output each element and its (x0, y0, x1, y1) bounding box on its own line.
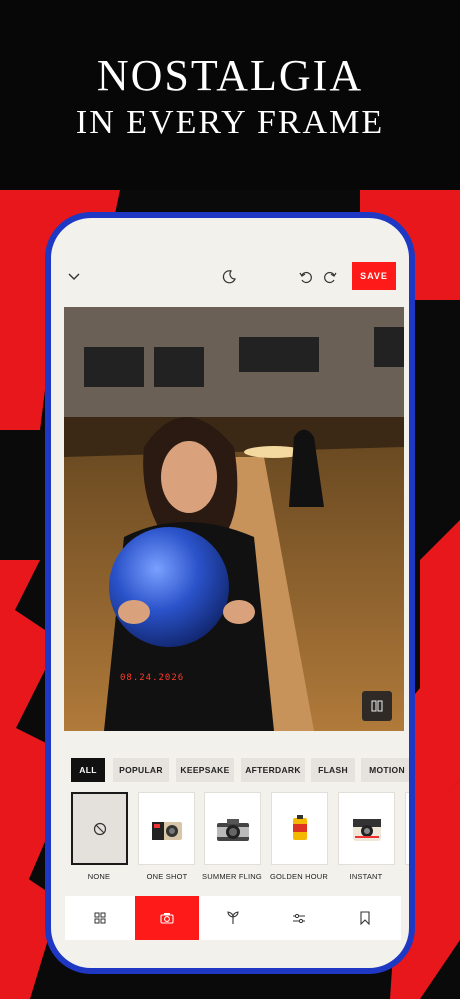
preset-summer-fling[interactable] (204, 792, 261, 865)
none-icon (93, 822, 106, 835)
leaf-icon[interactable] (201, 896, 265, 940)
tab-flash[interactable]: FLASH (311, 758, 355, 782)
headline-line-1: NOSTALGIA (96, 51, 364, 100)
tab-popular[interactable]: POPULAR (113, 758, 169, 782)
phone-frame: SAVE 08.24.2026 ALL POPULAR KEEPSAKE AFT… (45, 212, 415, 974)
compare-icon[interactable] (362, 691, 392, 721)
grid-icon[interactable] (68, 896, 132, 940)
tab-motion[interactable]: MOTION (361, 758, 409, 782)
preset-label-summer-fling: SUMMER FLING (202, 872, 262, 881)
tab-afterdark[interactable]: AFTERDARK (241, 758, 305, 782)
preset-next-partial[interactable] (405, 792, 409, 865)
preset-label-instant: INSTANT (349, 872, 383, 881)
retro-camera-icon (216, 818, 249, 841)
tab-all[interactable]: ALL (71, 758, 105, 782)
bookmark-icon[interactable] (333, 896, 397, 940)
disposable-camera-icon (151, 821, 182, 840)
sliders-icon[interactable] (267, 896, 331, 940)
tab-keepsake[interactable]: KEEPSAKE (176, 758, 234, 782)
moon-icon[interactable] (218, 266, 240, 288)
instant-camera-icon (352, 818, 381, 841)
preset-label-none: NONE (87, 872, 111, 881)
film-roll-icon (292, 814, 307, 840)
chevron-down-icon[interactable] (65, 268, 83, 286)
app-screen: SAVE 08.24.2026 ALL POPULAR KEEPSAKE AFT… (51, 218, 409, 968)
bottom-nav (65, 896, 401, 940)
preset-label-one-shot: ONE SHOT (146, 872, 188, 881)
redo-icon[interactable] (321, 268, 339, 286)
preset-label-golden-hour: GOLDEN HOUR (269, 872, 329, 881)
preset-golden-hour[interactable] (271, 792, 328, 865)
photo-preview[interactable]: 08.24.2026 (64, 307, 404, 731)
save-button[interactable]: SAVE (352, 262, 396, 290)
preset-none[interactable] (71, 792, 128, 865)
headline-line-2: IN EVERY FRAME (75, 104, 385, 141)
date-stamp: 08.24.2026 (120, 673, 185, 683)
camera-icon[interactable] (135, 896, 199, 940)
preset-one-shot[interactable] (138, 792, 195, 865)
preset-instant[interactable] (338, 792, 395, 865)
undo-icon[interactable] (297, 268, 315, 286)
